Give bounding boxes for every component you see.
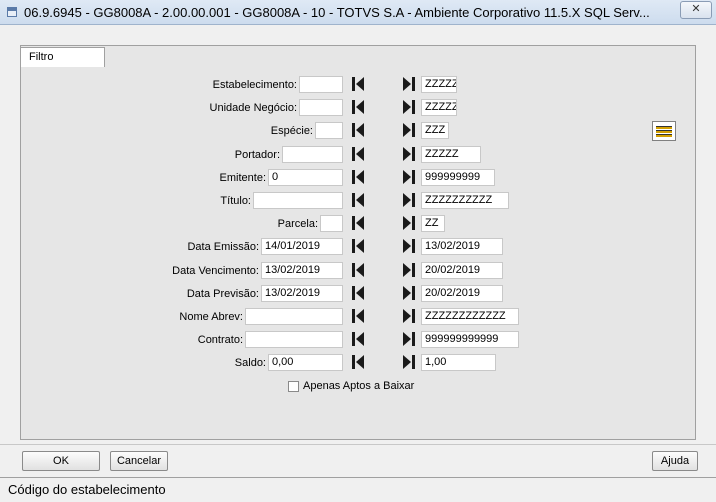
range-from-input[interactable] [282, 146, 343, 163]
close-button[interactable]: ✕ [680, 1, 712, 19]
skip-to-last-icon[interactable] [402, 331, 416, 347]
range-from-input[interactable] [299, 76, 343, 93]
skip-to-last-icon[interactable] [402, 262, 416, 278]
skip-to-first-icon[interactable] [351, 192, 365, 208]
help-button[interactable]: Ajuda [652, 451, 698, 471]
apenas-aptos-label: Apenas Aptos a Baixar [303, 380, 415, 392]
tab-filtro[interactable]: Filtro [20, 47, 105, 67]
range-from-input[interactable] [253, 192, 343, 209]
skip-to-first-icon[interactable] [351, 99, 365, 115]
ok-button[interactable]: OK [22, 451, 100, 471]
skip-to-last-icon[interactable] [402, 354, 416, 370]
field-label: Nome Abrev: [179, 311, 243, 323]
range-from-input[interactable] [245, 308, 343, 325]
apenas-aptos-checkbox[interactable] [288, 381, 299, 392]
skip-to-last-icon[interactable] [402, 76, 416, 92]
range-to-input[interactable]: 1,00 [421, 354, 496, 371]
skip-to-first-icon[interactable] [351, 262, 365, 278]
field-label: Data Vencimento: [172, 265, 259, 277]
field-label: Parcela: [277, 218, 318, 230]
status-text: Código do estabelecimento [8, 482, 166, 497]
status-bar: Código do estabelecimento [0, 477, 716, 502]
range-to-input[interactable]: ZZZ [421, 122, 449, 139]
skip-to-first-icon[interactable] [351, 354, 365, 370]
field-label: Estabelecimento: [212, 79, 297, 91]
range-to-input[interactable]: 20/02/2019 [421, 262, 503, 279]
field-label: Data Emissão: [187, 241, 259, 253]
range-from-input[interactable]: 14/01/2019 [261, 238, 343, 255]
range-to-input[interactable]: ZZZZZ [421, 146, 481, 163]
range-to-input[interactable]: ZZ [421, 215, 445, 232]
field-label: Contrato: [197, 334, 243, 346]
skip-to-first-icon[interactable] [351, 215, 365, 231]
range-from-input[interactable]: 0 [268, 169, 343, 186]
skip-to-first-icon[interactable] [351, 285, 365, 301]
range-to-input[interactable]: 999999999999 [421, 331, 519, 348]
range-from-input[interactable]: 13/02/2019 [261, 285, 343, 302]
field-label: Título: [220, 195, 251, 207]
skip-to-first-icon[interactable] [351, 146, 365, 162]
skip-to-last-icon[interactable] [402, 215, 416, 231]
skip-to-first-icon[interactable] [351, 331, 365, 347]
skip-to-first-icon[interactable] [351, 76, 365, 92]
button-bar: OK Cancelar Ajuda [0, 444, 716, 475]
cancel-button[interactable]: Cancelar [110, 451, 168, 471]
range-to-input[interactable]: 13/02/2019 [421, 238, 503, 255]
range-from-input[interactable]: 0,00 [268, 354, 343, 371]
field-label: Unidade Negócio: [209, 102, 297, 114]
skip-to-last-icon[interactable] [402, 99, 416, 115]
list-icon[interactable] [652, 121, 676, 141]
application-window: 06.9.6945 - GG8008A - 2.00.00.001 - GG80… [0, 0, 716, 502]
close-icon: ✕ [691, 3, 701, 15]
range-to-input[interactable]: 20/02/2019 [421, 285, 503, 302]
range-from-input[interactable] [315, 122, 343, 139]
skip-to-last-icon[interactable] [402, 192, 416, 208]
field-label: Data Previsão: [186, 288, 259, 300]
range-to-input[interactable]: 999999999 [421, 169, 495, 186]
skip-to-first-icon[interactable] [351, 308, 365, 324]
skip-to-last-icon[interactable] [402, 122, 416, 138]
window-app-icon[interactable] [7, 7, 17, 17]
skip-to-last-icon[interactable] [402, 146, 416, 162]
field-label: Emitente: [219, 172, 266, 184]
skip-to-first-icon[interactable] [351, 238, 365, 254]
skip-to-last-icon[interactable] [402, 169, 416, 185]
skip-to-last-icon[interactable] [402, 285, 416, 301]
range-from-input[interactable]: 13/02/2019 [261, 262, 343, 279]
field-label: Portador: [234, 149, 280, 161]
skip-to-first-icon[interactable] [351, 169, 365, 185]
range-from-input[interactable] [299, 99, 343, 116]
skip-to-last-icon[interactable] [402, 238, 416, 254]
tab-label: Filtro [29, 51, 54, 63]
window-title: 06.9.6945 - GG8008A - 2.00.00.001 - GG80… [24, 5, 650, 20]
field-label: Saldo: [234, 357, 266, 369]
range-from-input[interactable] [320, 215, 343, 232]
skip-to-first-icon[interactable] [351, 122, 365, 138]
range-to-input[interactable]: ZZZZZ [421, 99, 457, 116]
skip-to-last-icon[interactable] [402, 308, 416, 324]
range-from-input[interactable] [245, 331, 343, 348]
field-label: Espécie: [270, 125, 313, 137]
range-to-input[interactable]: ZZZZZ [421, 76, 457, 93]
title-bar[interactable]: 06.9.6945 - GG8008A - 2.00.00.001 - GG80… [0, 0, 716, 25]
range-to-input[interactable]: ZZZZZZZZZZ [421, 192, 509, 209]
range-to-input[interactable]: ZZZZZZZZZZZZ [421, 308, 519, 325]
